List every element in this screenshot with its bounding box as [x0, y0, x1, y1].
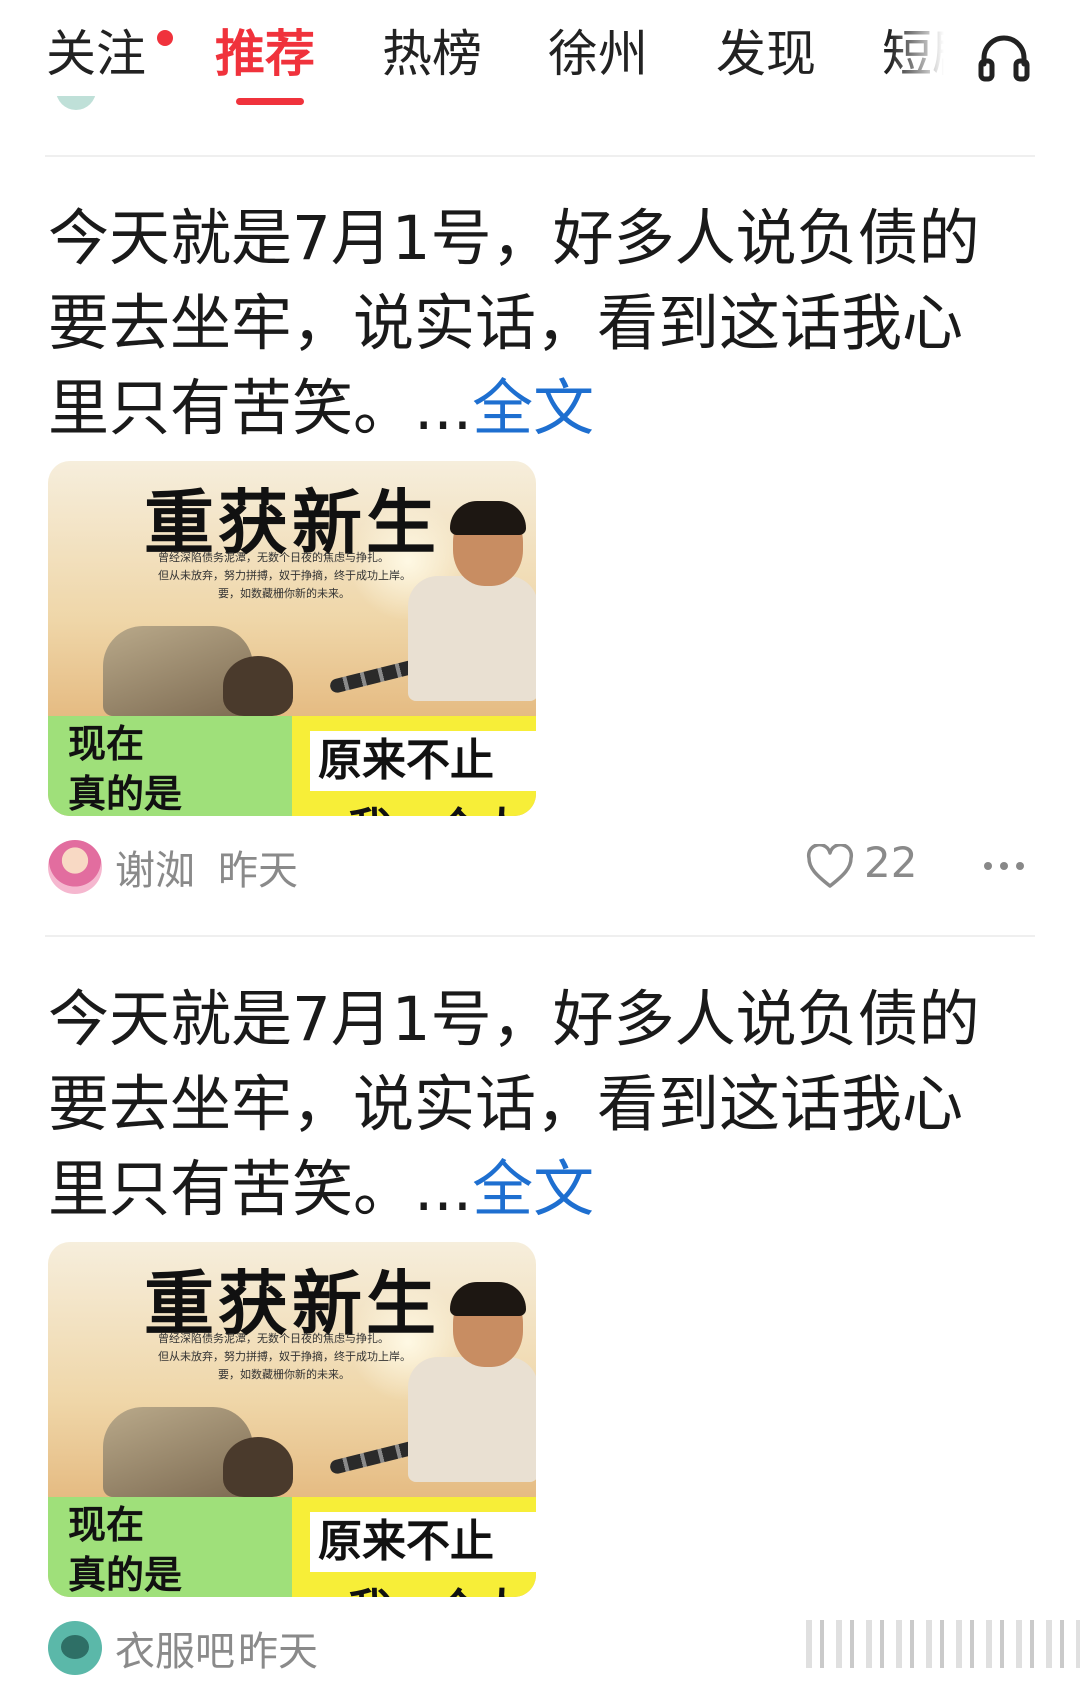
tab-xuzhou[interactable]: 徐州	[548, 22, 648, 86]
image-sub-text: 曾经深陷债务泥潭，无数个日夜的焦虑与挣扎。	[158, 551, 389, 564]
feed-divider	[45, 935, 1035, 937]
caption-line: 现在	[68, 1503, 145, 1547]
read-more-link[interactable]: 全文	[472, 1154, 594, 1225]
post-text-line: 里只有苦笑。...	[48, 1154, 473, 1225]
image-burdened-man	[223, 1437, 293, 1497]
like-count: 22	[864, 838, 918, 887]
caption-line: 真的是	[68, 772, 183, 816]
image-left-caption: 现在 真的是	[68, 1500, 182, 1597]
image-sub-text: 要，如数藏栅你新的未来。	[218, 587, 350, 600]
image-sub-text: 但从未放弃，努力拼搏，奴于挣摘，终于成功上岸。	[158, 1350, 411, 1363]
previous-post-avatar	[56, 96, 96, 110]
caption-line: 现在	[68, 722, 145, 766]
post-text[interactable]: 今天就是7月1号，好多人说负债的 要去坐牢，说实话，看到这话我心 里只有苦笑。.…	[48, 977, 1038, 1232]
post-time: 昨天	[238, 1629, 318, 1675]
active-tab-indicator	[236, 98, 304, 105]
post-image[interactable]: 重获新生 曾经深陷债务泥潭，无数个日夜的焦虑与挣扎。 但从未放弃，努力拼搏，奴于…	[48, 1242, 536, 1597]
post-text-line: 今天就是7月1号，好多人说负债的	[48, 203, 980, 274]
caption-line: 真的是	[68, 1553, 183, 1597]
author-name[interactable]: 衣服吧	[115, 1619, 235, 1677]
post-time: 昨天	[218, 848, 298, 894]
image-burdened-man	[223, 656, 293, 716]
read-more-link[interactable]: 全文	[472, 373, 594, 444]
author-name[interactable]: 谢洳	[115, 838, 195, 896]
image-right-caption-2: 我一个人	[348, 793, 524, 816]
headphone-icon[interactable]	[976, 30, 1032, 86]
post-meta: 谢洳 昨天 22	[0, 838, 1080, 900]
post-text-line: 里只有苦笑。...	[48, 373, 473, 444]
avatar[interactable]	[48, 1621, 102, 1675]
more-options-icon[interactable]	[984, 862, 1026, 872]
avatar[interactable]	[48, 840, 102, 894]
image-right-caption-2: 我一个人	[348, 1574, 524, 1597]
image-left-caption: 现在 真的是	[68, 719, 182, 816]
image-sub-text: 曾经深陷债务泥潭，无数个日夜的焦虑与挣扎。	[158, 1332, 389, 1345]
render-glitch-artifact	[806, 1620, 1080, 1668]
image-sub-text: 但从未放弃，努力拼搏，奴于挣摘，终于成功上岸。	[158, 569, 411, 582]
image-right-caption: 原来不止	[310, 1512, 536, 1572]
tab-recommend[interactable]: 推荐	[215, 22, 315, 86]
post-text-line: 要去坐牢，说实话，看到这话我心	[48, 1069, 964, 1140]
tab-hot-list[interactable]: 热榜	[382, 22, 482, 86]
channel-tab-bar: 关注 推荐 热榜 徐州 发现 短剧	[0, 0, 1080, 120]
unread-dot	[157, 30, 173, 46]
post-text[interactable]: 今天就是7月1号，好多人说负债的 要去坐牢，说实话，看到这话我心 里只有苦笑。.…	[48, 196, 1038, 451]
image-sub-text: 要，如数藏栅你新的未来。	[218, 1368, 350, 1381]
post-text-line: 今天就是7月1号，好多人说负债的	[48, 984, 980, 1055]
post-image[interactable]: 重获新生 曾经深陷债务泥潭，无数个日夜的焦虑与挣扎。 但从未放弃，努力拼搏，奴于…	[48, 461, 536, 816]
image-right-caption: 原来不止	[310, 731, 536, 791]
tab-follow[interactable]: 关注	[46, 22, 146, 86]
post-text-line: 要去坐牢，说实话，看到这话我心	[48, 288, 964, 359]
tab-discover[interactable]: 发现	[716, 22, 816, 86]
feed-divider	[45, 155, 1035, 157]
heart-icon[interactable]	[806, 844, 854, 890]
